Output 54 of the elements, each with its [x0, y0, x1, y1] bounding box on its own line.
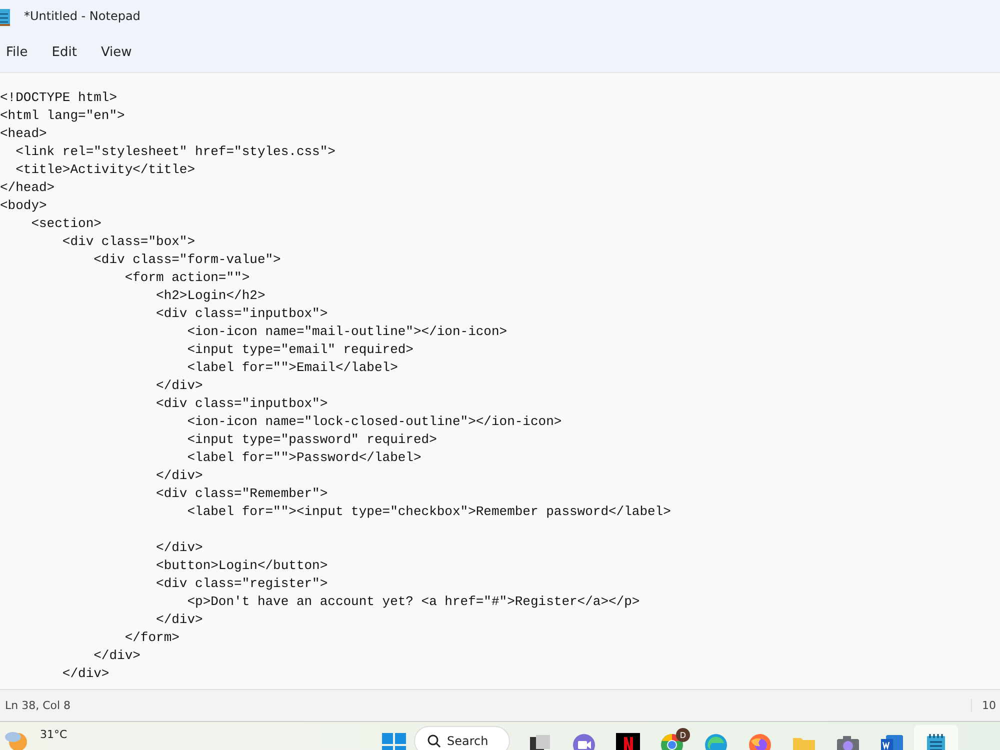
- code-line: <h2>Login</h2>: [155, 287, 266, 305]
- taskbar-app[interactable]: [914, 725, 958, 750]
- code-line: <ion-icon name="mail-outline"></ion-icon>: [186, 323, 508, 341]
- search-icon: [427, 734, 441, 748]
- code-line: <title>Activity</title>: [14, 161, 196, 179]
- menu-item[interactable]: Edit: [40, 40, 89, 64]
- taskbar-app[interactable]: D: [650, 725, 694, 750]
- code-line: </div>: [92, 647, 142, 665]
- code-line: </head>: [0, 179, 56, 197]
- code-line: <head>: [0, 125, 48, 143]
- code-line: <input type="email" required>: [186, 341, 414, 359]
- code-line: <div class="inputbox">: [155, 305, 329, 323]
- search-box[interactable]: Search: [414, 726, 510, 750]
- code-line: <div class="box">: [61, 233, 196, 251]
- notepad-icon: [924, 733, 948, 750]
- code-line: <ion-icon name="lock-closed-outline"></ion-icon>: [186, 413, 563, 431]
- temperature: 31°C: [40, 728, 68, 743]
- code-line: </div>: [155, 467, 204, 485]
- start-icon[interactable]: [382, 733, 406, 750]
- code-line: <button>Login</button>: [155, 557, 329, 575]
- code-line: <body>: [0, 197, 48, 215]
- code-line: <html lang="en">: [0, 107, 126, 125]
- code-line: </form>: [124, 629, 180, 647]
- code-line: </div>: [155, 611, 204, 629]
- streaming-app-icon: [616, 733, 640, 750]
- code-line: <p>Don't have an account yet? <a href="#">Register</a></p>: [186, 593, 641, 611]
- code-line: <section>: [30, 215, 102, 233]
- document-app-icon: [880, 733, 904, 750]
- code-line: <form action="">: [124, 269, 251, 287]
- code-line: <link rel="stylesheet" href="styles.css">: [14, 143, 336, 161]
- code-line: <div class="register">: [155, 575, 329, 593]
- code-line: <!DOCTYPE html>: [0, 89, 118, 107]
- code-line: <label for="">Password</label>: [186, 449, 422, 467]
- video-call-icon: [572, 733, 596, 750]
- code-line: <input type="password" required>: [186, 431, 438, 449]
- code-line: <label for="">Email</label>: [186, 359, 399, 377]
- code-line: </div>: [155, 539, 204, 557]
- code-line: </div>: [61, 665, 110, 683]
- code-line: <div class="form-value">: [92, 251, 282, 269]
- code-line: <div class="inputbox">: [155, 395, 329, 413]
- menu-item[interactable]: View: [88, 40, 144, 64]
- notepad-icon: [0, 6, 10, 26]
- browser-icon: [704, 733, 728, 750]
- code-line: <label for=""><input type="checkbox">Remember password</label>: [186, 503, 672, 521]
- search-label: Search: [447, 734, 488, 748]
- profile-badge: D: [676, 728, 690, 742]
- cursor-position: Ln 38, Col 8: [4, 699, 71, 712]
- zoom-level: 10: [971, 699, 996, 712]
- window-title: *Untitled - Notepad: [24, 9, 140, 23]
- camera-icon: [836, 733, 860, 750]
- menu-item[interactable]: File: [0, 40, 40, 64]
- code-line: </div>: [155, 377, 204, 395]
- browser-icon: [748, 733, 772, 750]
- code-line: <div class="Remember">: [155, 485, 329, 503]
